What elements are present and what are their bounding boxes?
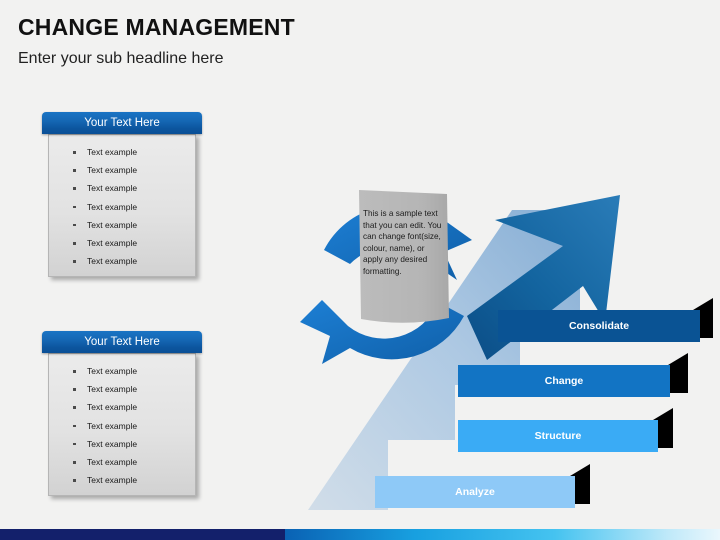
page-title: CHANGE MANAGEMENT [18, 14, 295, 40]
step-label-consolidate: Consolidate [568, 320, 630, 332]
list-item: Text example [71, 143, 195, 161]
step-label-structure: Structure [534, 430, 582, 442]
list-item: Text example [71, 435, 195, 453]
list-item: Text example [71, 362, 195, 380]
step-label-change: Change [544, 375, 584, 387]
list-item: Text example [71, 216, 195, 234]
panel-1-body: Text example Text example Text example T… [48, 134, 196, 277]
list-item: Text example [71, 417, 195, 435]
slide-canvas: CHANGE MANAGEMENT Enter your sub headlin… [0, 0, 720, 540]
list-item: Text example [71, 252, 195, 270]
list-item: Text example [71, 398, 195, 416]
list-item: Text example [71, 380, 195, 398]
list-item: Text example [71, 453, 195, 471]
list-item: Text example [71, 179, 195, 197]
list-item: Text example [71, 161, 195, 179]
list-item: Text example [71, 198, 195, 216]
panel-2-list: Text example Text example Text example T… [49, 362, 195, 489]
list-item: Text example [71, 471, 195, 489]
bottom-accent-bar [0, 529, 720, 540]
sample-text-content: This is a sample text that you can edit.… [363, 209, 442, 276]
change-management-diagram: This is a sample text that you can edit.… [280, 170, 720, 520]
panel-1-header: Your Text Here [42, 112, 202, 134]
panel-2-body: Text example Text example Text example T… [48, 353, 196, 496]
page-subtitle: Enter your sub headline here [18, 50, 224, 67]
panel-2-header: Your Text Here [42, 331, 202, 353]
list-item: Text example [71, 234, 195, 252]
panel-1-list: Text example Text example Text example T… [49, 143, 195, 270]
step-label-analyze: Analyze [455, 486, 495, 498]
text-panel-1[interactable]: Your Text Here Text example Text example… [42, 112, 202, 277]
text-panel-2[interactable]: Your Text Here Text example Text example… [42, 331, 202, 496]
